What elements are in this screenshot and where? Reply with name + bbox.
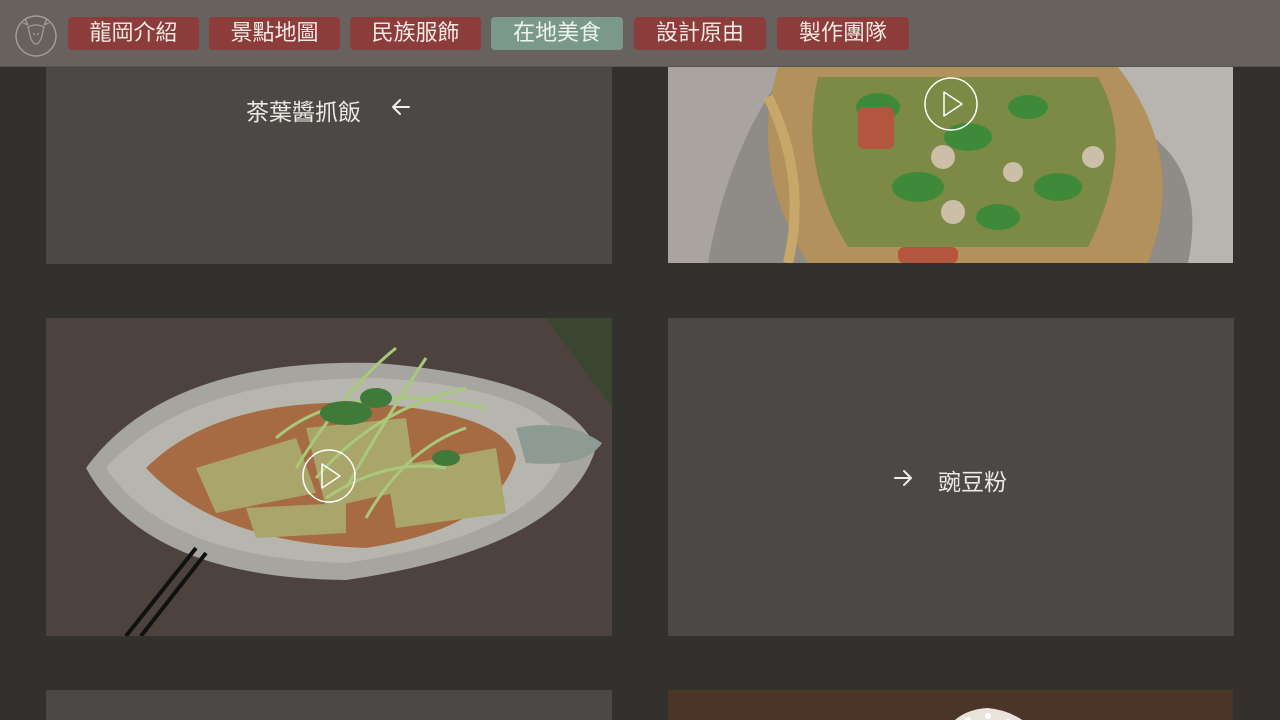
food-card-tea-leaf-rice[interactable]: 茶葉醬抓飯	[46, 67, 612, 264]
food-card-pea-noodle[interactable]: 豌豆粉	[668, 318, 1234, 636]
food-card-title: 豌豆粉	[938, 470, 1007, 496]
deer-head-logo-icon[interactable]	[13, 15, 59, 57]
nav-item-longgang-intro[interactable]: 龍岡介紹	[68, 17, 199, 50]
food-photo-rice-partial[interactable]	[668, 690, 1233, 720]
food-card-title: 茶葉醬抓飯	[246, 100, 361, 126]
food-photo-fried-bread-video[interactable]	[668, 67, 1233, 263]
arrow-right-icon	[894, 470, 912, 486]
play-icon[interactable]	[924, 77, 978, 131]
arrow-left-icon	[392, 99, 410, 115]
nav-item-local-food[interactable]: 在地美食	[491, 17, 623, 50]
play-icon[interactable]	[302, 449, 356, 503]
nav-item-production-team[interactable]: 製作團隊	[777, 17, 909, 50]
food-grid: 茶葉醬抓飯 豌豆粉	[0, 67, 1280, 720]
rice-photo	[668, 690, 1233, 720]
food-photo-bamboo-shoot-video[interactable]	[46, 318, 612, 636]
top-nav-bar: 龍岡介紹 景點地圖 民族服飾 在地美食 設計原由 製作團隊	[0, 0, 1280, 67]
nav-item-attraction-map[interactable]: 景點地圖	[209, 17, 340, 50]
nav-item-design-rationale[interactable]: 設計原由	[634, 17, 766, 50]
food-card-partial[interactable]	[46, 690, 612, 720]
nav-item-ethnic-costume[interactable]: 民族服飾	[350, 17, 481, 50]
